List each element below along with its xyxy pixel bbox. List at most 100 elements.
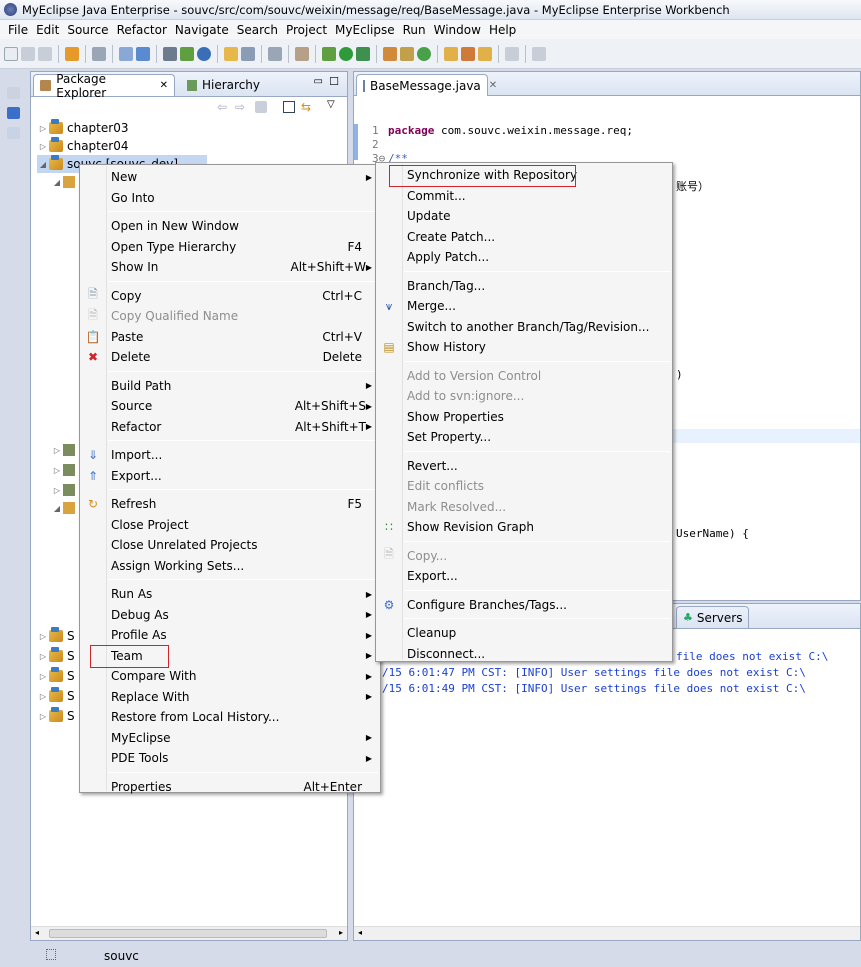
tree-item[interactable]: ▷ S [37,627,75,645]
collapse-all-icon[interactable] [283,101,295,113]
wizard-icon[interactable] [119,46,133,61]
context-menu-properties[interactable]: Properties Alt+Enter [80,777,380,797]
tab-package-explorer[interactable]: Package Explorer ✕ [33,72,175,100]
browser-icon[interactable] [197,46,211,61]
screen-icon[interactable] [268,46,282,61]
context-menu-delete[interactable]: ✖ Delete Delete [80,347,380,367]
close-icon[interactable]: ✕ [489,80,497,91]
context-menu-import[interactable]: ⇓ Import... [80,445,380,465]
tab-basemessage-java[interactable]: BaseMessage.java ✕ [356,74,497,96]
team-menu-update[interactable]: Update [376,206,672,226]
team-menu-export[interactable]: Export... [376,566,672,586]
context-menu-paste[interactable]: 📋 Paste Ctrl+V [80,327,380,347]
new-class-icon[interactable] [383,46,397,61]
menu-refactor[interactable]: Refactor [113,23,171,37]
menu-help[interactable]: Help [485,23,520,37]
up-icon[interactable] [255,101,267,113]
tree-item[interactable]: ▷ [51,481,75,499]
new-icon[interactable] [4,46,18,61]
context-menu-restore-from-local-history[interactable]: Restore from Local History... [80,707,380,727]
print-icon[interactable] [38,46,52,61]
team-menu-branch-tag[interactable]: Branch/Tag... [376,276,672,296]
navigator-icon[interactable] [7,107,20,119]
context-menu-copy[interactable]: 🗎 Copy Ctrl+C [80,286,380,306]
tools-icon[interactable] [295,46,309,61]
save-icon[interactable] [21,46,35,61]
context-menu-close-unrelated-projects[interactable]: Close Unrelated Projects [80,535,380,555]
new-project-icon[interactable] [65,46,79,61]
deploy-icon[interactable] [136,46,150,61]
context-menu-source[interactable]: Source Alt+Shift+S ▶ [80,396,380,416]
context-menu-export[interactable]: ⇑ Export... [80,466,380,486]
context-menu-run-as[interactable]: Run As ▶ [80,584,380,604]
restore-icon[interactable] [7,87,20,99]
team-menu-show-history[interactable]: ▤ Show History [376,337,672,357]
context-menu-show-in[interactable]: Show In Alt+Shift+W ▶ [80,257,380,277]
run-icon[interactable] [339,46,353,61]
console-scrollbar[interactable]: ◂ [354,926,860,940]
menu-search[interactable]: Search [233,23,282,37]
tree-item[interactable]: ▷ S [37,707,75,725]
context-menu-build-path[interactable]: Build Path ▶ [80,376,380,396]
scroll-right-icon[interactable]: ▸ [339,928,343,937]
open-folder-icon[interactable] [444,46,458,61]
maximize-icon[interactable]: ☐ [329,75,339,88]
external-tools-icon[interactable] [356,46,370,61]
view-menu-icon[interactable]: ▽ [327,99,335,110]
context-menu-replace-with[interactable]: Replace With ▶ [80,687,380,707]
context-menu-go-into[interactable]: Go Into [80,188,380,208]
context-menu-close-project[interactable]: Close Project [80,515,380,535]
horizontal-scrollbar[interactable]: ◂ ▸ [31,926,347,940]
tree-item[interactable]: ◢ [51,173,75,191]
open-task-icon[interactable] [241,46,255,61]
new-interface-icon[interactable] [417,46,431,61]
context-menu-new[interactable]: New ▶ [80,167,380,187]
team-menu-disconnect[interactable]: Disconnect... [376,644,672,664]
context-menu-refresh[interactable]: ↻ Refresh F5 [80,494,380,514]
server-icon[interactable] [92,46,106,61]
team-menu-set-property[interactable]: Set Property... [376,427,672,447]
team-menu-apply-patch[interactable]: Apply Patch... [376,247,672,267]
more-icon[interactable] [532,46,546,61]
tree-item[interactable]: ▷ chapter04 [37,137,128,155]
pen-icon[interactable] [505,46,519,61]
team-menu-revert[interactable]: Revert... [376,456,672,476]
scroll-left-icon[interactable]: ◂ [358,928,362,937]
context-menu-compare-with[interactable]: Compare With ▶ [80,666,380,686]
team-menu-merge[interactable]: ⩛ Merge... [376,296,672,316]
menu-project[interactable]: Project [282,23,331,37]
run-server-icon[interactable] [180,46,194,61]
db-icon[interactable] [163,46,177,61]
scroll-left-icon[interactable]: ◂ [35,928,39,937]
context-menu-pde-tools[interactable]: PDE Tools ▶ [80,748,380,768]
menu-run[interactable]: Run [399,23,430,37]
context-menu-refactor[interactable]: Refactor Alt+Shift+T ▶ [80,417,380,437]
minimize-icon[interactable]: ▭ [314,76,323,87]
tree-item[interactable]: ◢ [51,499,75,517]
tree-item[interactable]: ▷ [51,461,75,479]
new-package-icon[interactable] [400,46,414,61]
tab-servers[interactable]: ♣ Servers [676,606,750,628]
edit-icon[interactable] [461,46,475,61]
back-icon[interactable]: ⇦ [217,100,227,114]
team-menu-show-revision-graph[interactable]: ∷ Show Revision Graph [376,517,672,537]
open-type-icon[interactable] [224,46,238,61]
tree-item[interactable]: ▷ chapter03 [37,119,128,137]
menu-file[interactable]: File [4,23,32,37]
team-menu-configure-branches-tags[interactable]: ⚙ Configure Branches/Tags... [376,595,672,615]
tree-item[interactable]: ▷ [51,441,75,459]
close-icon[interactable]: ✕ [160,80,168,91]
team-menu-create-patch[interactable]: Create Patch... [376,227,672,247]
tree-item[interactable]: ▷ S [37,687,75,705]
context-menu-debug-as[interactable]: Debug As ▶ [80,605,380,625]
context-menu-open-type-hierarchy[interactable]: Open Type Hierarchy F4 [80,237,380,257]
context-menu-myeclipse[interactable]: MyEclipse ▶ [80,728,380,748]
tree-item[interactable]: ▷ S [37,667,75,685]
menu-window[interactable]: Window [430,23,485,37]
forward-icon[interactable]: ⇨ [235,100,245,114]
menu-source[interactable]: Source [63,23,112,37]
outline-icon[interactable] [7,127,20,139]
menu-navigate[interactable]: Navigate [171,23,233,37]
folder-icon[interactable] [478,46,492,61]
tree-item[interactable]: ▷ S [37,647,75,665]
